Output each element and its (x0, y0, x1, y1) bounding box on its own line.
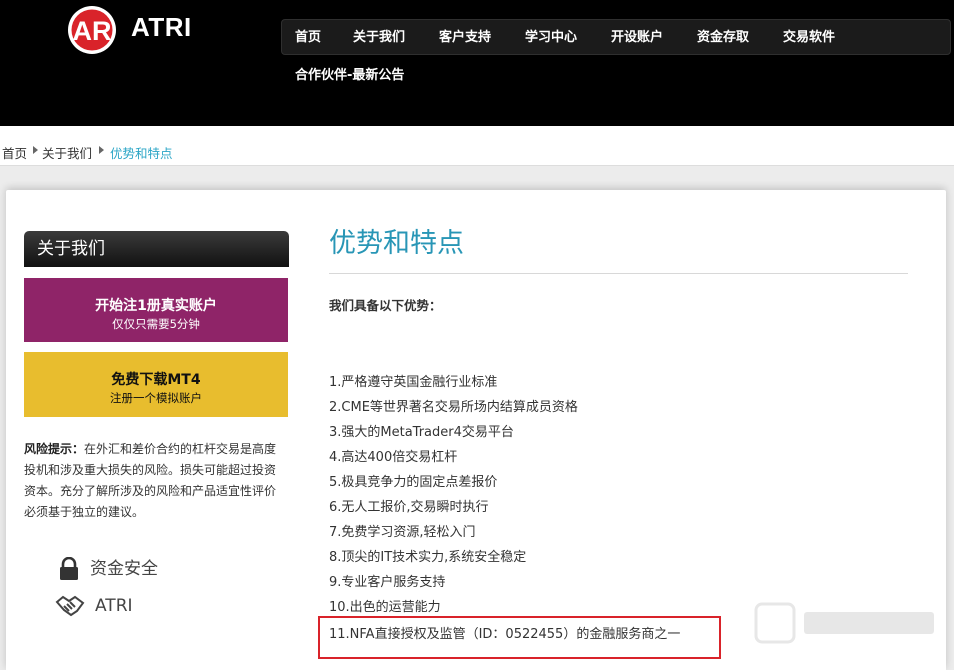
handshake-icon (55, 595, 85, 617)
main-nav: 首页 关于我们 客户支持 学习中心 开设账户 资金存取 交易软件 (281, 19, 951, 55)
list-item: 4.高达400倍交易杠杆 (329, 450, 458, 465)
breadcrumb-current: 优势和特点 (110, 146, 173, 161)
nav-software[interactable]: 交易软件 (783, 20, 835, 56)
list-item: 8.顶尖的IT技术实力,系统安全稳定 (329, 550, 527, 565)
download-mt4-label: 免费下载MT4 (111, 372, 201, 388)
list-item: 5.极具竞争力的固定点差报价 (329, 475, 498, 490)
intro-text: 我们具备以下优势： (329, 298, 442, 313)
nav-open-account[interactable]: 开设账户 (611, 20, 663, 56)
open-account-sublabel: 仅仅只需要5分钟 (112, 317, 200, 331)
nav-about[interactable]: 关于我们 (353, 20, 405, 56)
list-item: 3.强大的MetaTrader4交易平台 (329, 425, 514, 440)
nav-support[interactable]: 客户支持 (439, 20, 491, 56)
brand-name: ATRI (131, 12, 192, 42)
feature-atri: ATRI (55, 593, 133, 619)
download-mt4-button[interactable]: 免费下载MT4 注册一个模拟账户 (24, 352, 288, 417)
breadcrumb-arrow-icon (99, 146, 104, 154)
nav-partners-news[interactable]: 合作伙伴-最新公告 (295, 64, 404, 83)
feature-atri-label: ATRI (95, 596, 133, 616)
logo-letters: AR (73, 16, 112, 46)
breadcrumb-arrow-icon (33, 146, 38, 154)
feature-fund-security-label: 资金安全 (90, 559, 158, 579)
download-mt4-sublabel: 注册一个模拟账户 (110, 391, 202, 405)
site-header: AR ATRI 首页 关于我们 客户支持 学习中心 开设账户 资金存取 交易软件… (0, 0, 954, 126)
breadcrumb-home[interactable]: 首页 (2, 143, 27, 162)
page-title: 优势和特点 (329, 228, 464, 259)
breadcrumb: 首页 关于我们 优势和特点 (0, 126, 954, 166)
lock-icon (60, 556, 78, 580)
list-item: 6.无人工报价,交易瞬时执行 (329, 500, 489, 515)
list-item: 7.免费学习资源,轻松入门 (329, 525, 476, 540)
open-account-label: 开始注1册真实账户 (95, 298, 217, 314)
nav-learning[interactable]: 学习中心 (525, 20, 577, 56)
atri-logo[interactable]: AR (66, 4, 118, 56)
title-divider (329, 273, 908, 274)
feature-fund-security: 资金安全 (58, 556, 158, 582)
sidebar-title: 关于我们 (24, 231, 289, 267)
list-item: 9.专业客户服务支持 (329, 575, 446, 590)
advantages-list: 1.严格遵守英国金融行业标准 2.CME等世界著名交易所场内结算成员资格 3.强… (329, 374, 680, 651)
watermark-logo (754, 602, 934, 644)
open-real-account-button[interactable]: 开始注1册真实账户 仅仅只需要5分钟 (24, 278, 288, 342)
list-item: 2.CME等世界著名交易所场内结算成员资格 (329, 400, 578, 415)
nav-funds[interactable]: 资金存取 (697, 20, 749, 56)
list-item: 1.严格遵守英国金融行业标准 (329, 375, 498, 390)
nav-home[interactable]: 首页 (295, 20, 321, 56)
risk-warning-label: 风险提示： (24, 442, 85, 456)
highlight-box (318, 616, 721, 659)
risk-warning: 风险提示：在外汇和差价合约的杠杆交易是高度投机和涉及重大损失的风险。损失可能超过… (24, 439, 282, 523)
breadcrumb-about[interactable]: 关于我们 (42, 143, 92, 162)
